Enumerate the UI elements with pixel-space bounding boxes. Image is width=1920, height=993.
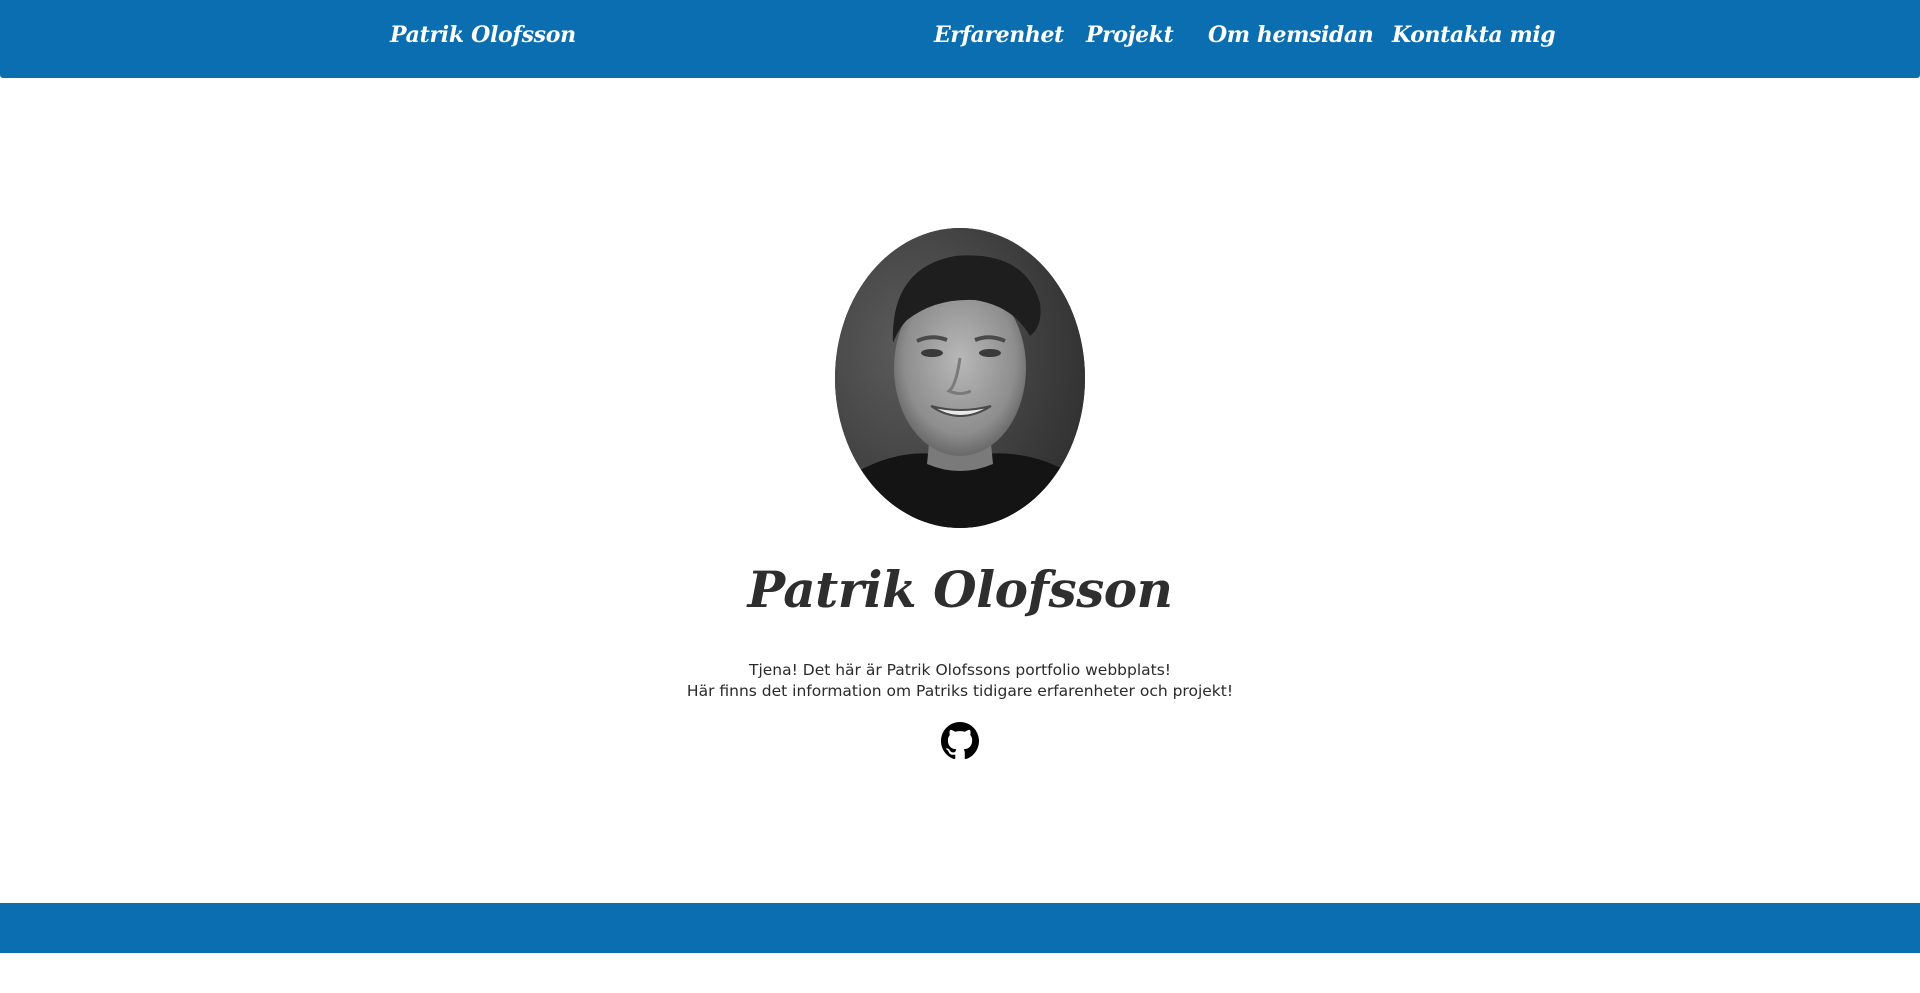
profile-photo (835, 228, 1085, 528)
profile-photo-drawing (835, 228, 1085, 528)
github-icon (941, 722, 979, 760)
nav-link-erfarenhet[interactable]: Erfarenhet (934, 22, 1064, 48)
top-navbar: Patrik Olofsson Erfarenhet Projekt Om he… (0, 0, 1920, 78)
nav-link-om-hemsidan[interactable]: Om hemsidan (1208, 22, 1374, 48)
footer-bar (0, 903, 1920, 953)
nav-item-erfarenhet: Erfarenhet (934, 22, 1064, 48)
hero-name: Patrik Olofsson (747, 560, 1173, 619)
nav-item-kontakta-mig: Kontakta mig (1392, 22, 1556, 48)
intro-line-1: Tjena! Det här är Patrik Olofssons portf… (748, 661, 1172, 679)
nav-link-projekt[interactable]: Projekt (1086, 22, 1174, 48)
intro-text: Tjena! Det här är Patrik Olofssons portf… (0, 660, 1920, 702)
nav-link-kontakta-mig[interactable]: Kontakta mig (1392, 22, 1556, 48)
brand-link[interactable]: Patrik Olofsson (390, 22, 576, 48)
github-link[interactable] (941, 722, 979, 760)
intro-line-2: Här finns det information om Patriks tid… (686, 682, 1234, 700)
nav-item-om-hemsidan: Om hemsidan (1208, 22, 1374, 48)
nav-item-projekt: Projekt (1086, 22, 1174, 48)
